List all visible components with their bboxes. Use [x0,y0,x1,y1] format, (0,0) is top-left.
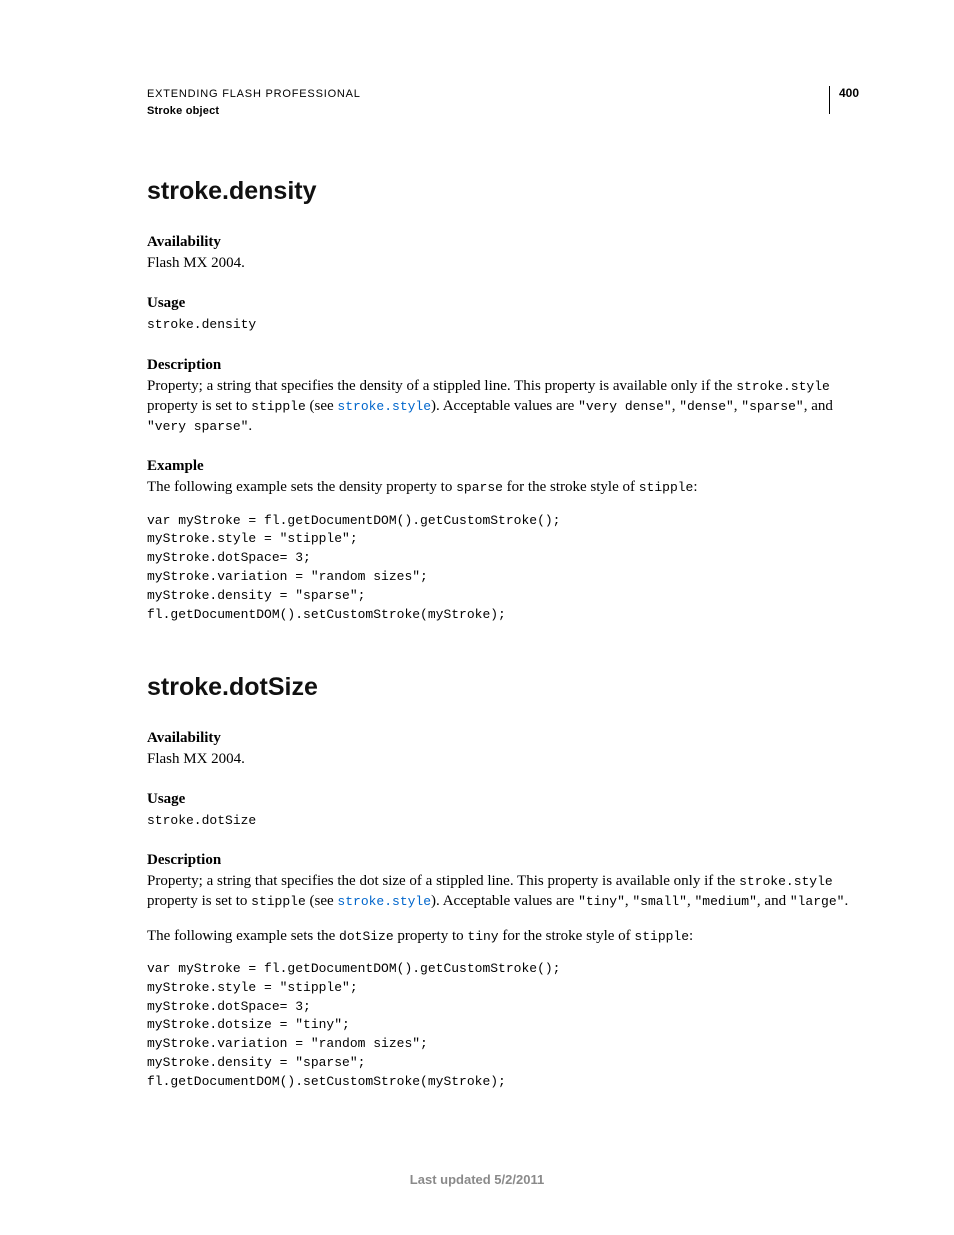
example-code-inline: dotSize [339,929,394,944]
desc-text: , and [757,893,790,909]
page-footer: Last updated 5/2/2011 [0,1172,954,1187]
page-number-container: 400 [829,86,859,114]
desc-code: stroke.style [736,379,830,394]
example-text: The following example sets the density p… [147,479,456,495]
desc-code: "tiny" [578,894,625,909]
desc-code: "small" [632,894,687,909]
example-text: The following example sets the [147,928,339,944]
desc-text: Property; a string that specifies the do… [147,873,739,889]
example-text: for the stroke style of [499,928,635,944]
example-text: : [693,479,697,495]
example-code-inline: sparse [456,480,503,495]
desc-text: . [844,893,848,909]
section-heading-dotsize: stroke.dotSize [147,673,859,702]
page-content: EXTENDING FLASH PROFESSIONAL Stroke obje… [0,0,954,1092]
stroke-style-link[interactable]: stroke.style [337,399,431,414]
desc-text: , and [804,398,833,414]
example-codeblock: var myStroke = fl.getDocumentDOM().getCu… [147,512,859,625]
availability-label: Availability [147,234,859,251]
desc-code: "very sparse" [147,419,248,434]
stroke-style-link[interactable]: stroke.style [337,894,431,909]
desc-text: Property; a string that specifies the de… [147,378,736,394]
page-number: 400 [839,86,859,100]
desc-code: "very dense" [578,399,672,414]
example-text: : [689,928,693,944]
desc-text: ). Acceptable values are [431,398,578,414]
desc-code: stipple [251,894,306,909]
example-code-inline: stipple [639,480,694,495]
example-label: Example [147,458,859,475]
desc-code: "medium" [694,894,756,909]
usage-label: Usage [147,791,859,808]
desc-code: stroke.style [739,874,833,889]
desc-text: (see [306,398,338,414]
desc-text: property is set to [147,398,251,414]
availability-text: Flash MX 2004. [147,749,859,769]
desc-code: "sparse" [741,399,803,414]
desc-text: . [248,418,252,434]
example-intro: The following example sets the density p… [147,477,859,497]
desc-text: (see [306,893,338,909]
example-text: for the stroke style of [503,479,639,495]
page-header: EXTENDING FLASH PROFESSIONAL Stroke obje… [147,86,859,119]
section-heading-density: stroke.density [147,177,859,206]
description-paragraph: Property; a string that specifies the de… [147,376,859,437]
desc-text: ). Acceptable values are [431,893,578,909]
example-intro: The following example sets the dotSize p… [147,926,859,946]
usage-code: stroke.density [147,317,256,332]
availability-label: Availability [147,730,859,747]
desc-text: property is set to [147,893,251,909]
example-codeblock: var myStroke = fl.getDocumentDOM().getCu… [147,960,859,1092]
example-code-inline: stipple [634,929,689,944]
example-text: property to [394,928,468,944]
description-label: Description [147,357,859,374]
desc-code: "dense" [679,399,734,414]
availability-text: Flash MX 2004. [147,253,859,273]
example-code-inline: tiny [467,929,498,944]
description-label: Description [147,852,859,869]
header-left: EXTENDING FLASH PROFESSIONAL Stroke obje… [147,86,361,119]
usage-code: stroke.dotSize [147,813,256,828]
desc-code: "large" [790,894,845,909]
header-title: EXTENDING FLASH PROFESSIONAL [147,86,361,103]
header-subtitle: Stroke object [147,103,361,120]
usage-label: Usage [147,295,859,312]
desc-code: stipple [251,399,306,414]
description-paragraph: Property; a string that specifies the do… [147,871,859,912]
